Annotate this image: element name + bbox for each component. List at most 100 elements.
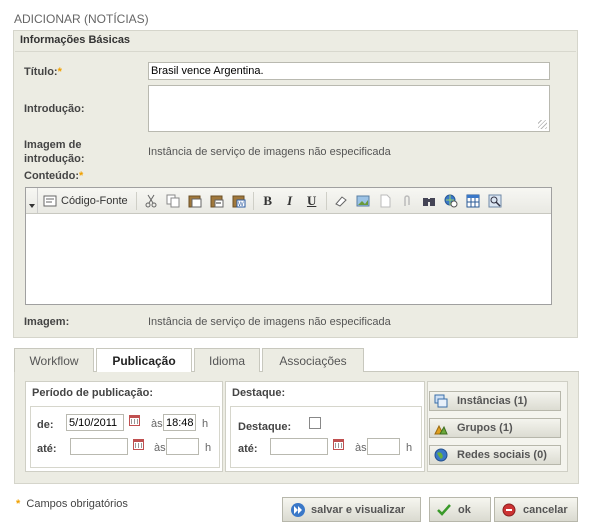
- groups-button[interactable]: Grupos (1): [429, 418, 561, 438]
- tab-workflow[interactable]: Workflow: [14, 348, 94, 372]
- at-label: às: [151, 418, 163, 430]
- page-title: ADICIONAR (NOTÍCIAS): [14, 12, 149, 26]
- source-button[interactable]: Código-Fonte: [39, 191, 132, 211]
- cancel-button[interactable]: cancelar: [494, 497, 578, 522]
- source-icon: [43, 194, 57, 208]
- instances-button[interactable]: Instâncias (1): [429, 391, 561, 411]
- link-button[interactable]: [441, 191, 461, 211]
- cancel-label: cancelar: [523, 503, 568, 516]
- preview-icon: [488, 194, 502, 208]
- ok-label: ok: [458, 503, 471, 516]
- highlight-until-label: até:: [238, 443, 258, 455]
- calendar-icon[interactable]: [129, 415, 140, 426]
- underline-button[interactable]: U: [302, 191, 322, 211]
- paste-text-button[interactable]: [207, 191, 227, 211]
- instances-icon: [434, 394, 448, 408]
- hour-label: h: [406, 442, 413, 454]
- source-label: Código-Fonte: [61, 194, 128, 207]
- title-label: Título:*: [24, 66, 62, 78]
- globe-icon: [434, 448, 448, 462]
- basic-form: Título:* Brasil vence Argentina. Introdu…: [15, 51, 576, 335]
- page-button[interactable]: [375, 191, 395, 211]
- toolbar-collapse-icon[interactable]: [26, 188, 38, 213]
- at-label: às: [154, 442, 166, 454]
- tab-idioma[interactable]: Idioma: [194, 348, 260, 372]
- editor-toolbar: Código-Fonte W B I U: [26, 188, 551, 214]
- calendar-icon[interactable]: [133, 439, 144, 450]
- eraser-button[interactable]: [331, 191, 351, 211]
- highlight-inner: Destaque: até: às h: [230, 406, 422, 468]
- content-label: Conteúdo:*: [24, 170, 84, 182]
- intro-label: Introdução:: [24, 103, 85, 115]
- editor-content-area[interactable]: [26, 215, 551, 304]
- table-icon: [466, 194, 480, 208]
- period-box: Período de publicação: de: 5/10/2011 às …: [25, 381, 223, 472]
- until-date-input[interactable]: [70, 438, 128, 455]
- eraser-icon: [334, 194, 348, 208]
- paste-word-button[interactable]: W: [229, 191, 249, 211]
- intro-textarea[interactable]: [148, 85, 550, 132]
- checkmark-icon: [437, 503, 451, 517]
- bold-button[interactable]: B: [258, 191, 278, 211]
- hour-label: h: [202, 418, 209, 430]
- period-title: Período de publicação:: [32, 387, 154, 399]
- toolbar-separator: [252, 191, 254, 210]
- until-label: até:: [37, 443, 57, 455]
- attachment-button[interactable]: [397, 191, 417, 211]
- hour-label: h: [205, 442, 212, 454]
- cut-button[interactable]: [141, 191, 161, 211]
- find-button[interactable]: [419, 191, 439, 211]
- cut-icon: [144, 194, 158, 208]
- highlight-title: Destaque:: [232, 387, 286, 399]
- intro-image-label: Imagem de introdução:: [24, 139, 85, 165]
- paste-text-icon: [210, 194, 224, 208]
- image-button[interactable]: [353, 191, 373, 211]
- highlight-until-time-input[interactable]: [367, 438, 400, 455]
- highlight-checkbox-label: Destaque:: [238, 421, 292, 433]
- paste-word-icon: W: [232, 194, 246, 208]
- image-icon: [356, 194, 370, 208]
- social-networks-label: Redes sociais (0): [457, 449, 547, 461]
- italic-button[interactable]: I: [280, 191, 300, 211]
- table-button[interactable]: [463, 191, 483, 211]
- toolbar-separator: [135, 191, 137, 210]
- required-note: * Campos obrigatórios: [16, 498, 128, 510]
- save-and-preview-button[interactable]: salvar e visualizar: [282, 497, 421, 522]
- highlight-box: Destaque: Destaque: até: às h: [225, 381, 425, 472]
- ok-button[interactable]: ok: [429, 497, 491, 522]
- section-title: Informações Básicas: [20, 34, 131, 46]
- image-label: Imagem:: [24, 316, 70, 328]
- from-time-input[interactable]: 18:48: [163, 414, 196, 431]
- title-field[interactable]: Brasil vence Argentina.: [148, 62, 550, 80]
- resize-grip-icon[interactable]: [538, 120, 547, 129]
- copy-icon: [166, 194, 180, 208]
- tab-associacoes[interactable]: Associações: [262, 348, 364, 372]
- preview-button[interactable]: [485, 191, 505, 211]
- fast-forward-icon: [290, 503, 305, 517]
- social-networks-button[interactable]: Redes sociais (0): [429, 445, 561, 465]
- paste-button[interactable]: [185, 191, 205, 211]
- copy-button[interactable]: [163, 191, 183, 211]
- cancel-icon: [502, 503, 516, 517]
- toolbar-separator: [325, 191, 327, 210]
- attachment-icon: [400, 194, 414, 208]
- image-value: Instância de serviço de imagens não espe…: [148, 316, 391, 328]
- highlight-until-date-input[interactable]: [270, 438, 328, 455]
- link-icon: [444, 194, 458, 208]
- groups-label: Grupos (1): [457, 422, 513, 434]
- from-date-input[interactable]: 5/10/2011: [66, 414, 124, 431]
- instances-label: Instâncias (1): [457, 395, 528, 407]
- tab-publicacao[interactable]: Publicação: [96, 348, 192, 373]
- period-inner: de: 5/10/2011 às 18:48 h até: às h: [30, 406, 220, 468]
- at-label: às: [355, 442, 367, 454]
- groups-icon: [434, 421, 448, 435]
- intro-image-value: Instância de serviço de imagens não espe…: [148, 146, 391, 158]
- until-time-input[interactable]: [166, 438, 199, 455]
- tab-bar: Workflow Publicação Idioma Associações: [14, 348, 579, 373]
- calendar-icon[interactable]: [333, 439, 344, 450]
- rich-text-editor: Código-Fonte W B I U: [25, 187, 552, 305]
- page-icon: [378, 194, 392, 208]
- from-label: de:: [37, 419, 54, 431]
- paste-icon: [188, 194, 202, 208]
- highlight-checkbox[interactable]: [309, 417, 321, 429]
